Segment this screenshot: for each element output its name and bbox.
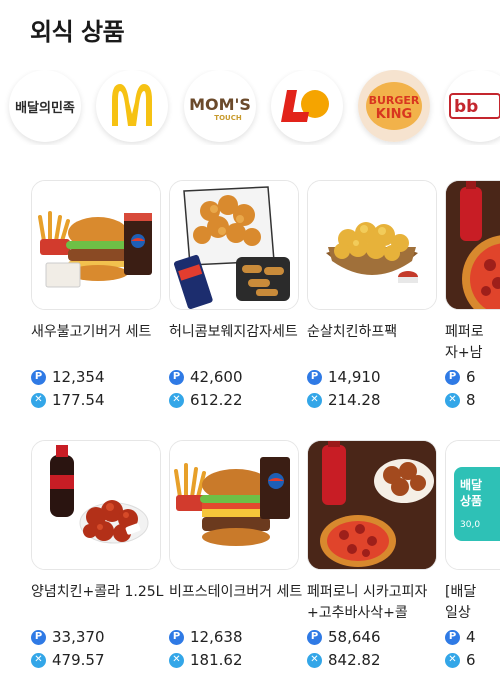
steak-burger-image bbox=[170, 441, 298, 569]
svg-text:MOM'S: MOM'S bbox=[189, 95, 251, 114]
product-image bbox=[445, 180, 500, 310]
bbq-logo: bb bbox=[449, 93, 500, 119]
product-grid: 새우불고기버거 세트 P 12,354 ✕ 177.54 허니콤보웨지감자세트 … bbox=[0, 180, 500, 694]
product-name: 순살치킨하프팩 bbox=[307, 324, 398, 340]
svg-text:bb: bb bbox=[454, 97, 478, 117]
coin-price: ✕ 612.22 bbox=[169, 390, 299, 410]
svg-text:BURGER: BURGER bbox=[369, 94, 420, 107]
brand-mcdonalds[interactable] bbox=[96, 70, 168, 142]
product-image bbox=[307, 180, 437, 310]
point-icon: P bbox=[307, 369, 322, 385]
point-price: P 12,354 bbox=[31, 367, 161, 387]
point-icon: P bbox=[169, 629, 184, 645]
product-card[interactable]: 허니콤보웨지감자세트 P 42,600 ✕ 612.22 bbox=[169, 180, 299, 410]
point-icon: P bbox=[31, 369, 46, 385]
coin-price: ✕ 181.62 bbox=[169, 650, 299, 670]
product-name: 양념치킨+콜라 1.25L bbox=[31, 584, 164, 600]
product-name: 새우불고기버거 세트 bbox=[31, 324, 152, 340]
coin-icon: ✕ bbox=[445, 392, 460, 408]
brand-baemin[interactable]: 배달의민족 bbox=[9, 70, 81, 142]
brand-lotteria[interactable] bbox=[271, 70, 343, 142]
burgerking-logo: BURGER KING bbox=[358, 70, 430, 142]
product-card[interactable]: 페퍼로 자+남 P 6 ✕ 8 bbox=[445, 180, 500, 410]
mcdonalds-logo bbox=[112, 84, 152, 126]
product-image bbox=[31, 440, 161, 570]
yangnyeom-cola-image bbox=[32, 441, 160, 569]
product-image bbox=[169, 440, 299, 570]
brand-momstouch[interactable]: MOM'S TOUCH bbox=[184, 70, 256, 142]
point-price: P 33,370 bbox=[31, 627, 161, 647]
coin-price: ✕ 6 bbox=[445, 650, 500, 670]
boneless-chicken-image bbox=[308, 181, 436, 309]
product-card[interactable]: 페퍼로니 시카고피자+고추바사삭+콜 P 58,646 ✕ 842.82 bbox=[307, 440, 437, 670]
brand-bbq[interactable]: bb bbox=[444, 70, 500, 142]
coin-icon: ✕ bbox=[307, 652, 322, 668]
svg-text:배달의민족: 배달의민족 bbox=[15, 100, 75, 116]
point-icon: P bbox=[445, 369, 460, 385]
brand-burgerking[interactable]: BURGER KING bbox=[358, 70, 430, 142]
voucher-image: 배달 상품 30,0 bbox=[446, 441, 500, 569]
burger-set-image bbox=[32, 181, 160, 309]
pizza-cola-image bbox=[446, 181, 500, 309]
coin-icon: ✕ bbox=[445, 652, 460, 668]
product-name: 페퍼로 자+남 bbox=[445, 324, 484, 361]
svg-text:TOUCH: TOUCH bbox=[214, 114, 242, 122]
coin-icon: ✕ bbox=[169, 652, 184, 668]
product-image bbox=[307, 440, 437, 570]
coin-icon: ✕ bbox=[307, 392, 322, 408]
point-price: P 12,638 bbox=[169, 627, 299, 647]
coin-price: ✕ 8 bbox=[445, 390, 500, 410]
baemin-logo: 배달의민족 bbox=[15, 100, 75, 116]
brand-carousel[interactable]: 배달의민족 MOM'S TOUCH BURGER KING bb bbox=[0, 70, 500, 145]
product-card[interactable]: 비프스테이크버거 세트 P 12,638 ✕ 181.62 bbox=[169, 440, 302, 670]
product-card[interactable]: 새우불고기버거 세트 P 12,354 ✕ 177.54 bbox=[31, 180, 161, 410]
point-price: P 4 bbox=[445, 627, 500, 647]
point-icon: P bbox=[31, 629, 46, 645]
point-price: P 14,910 bbox=[307, 367, 437, 387]
momstouch-logo: MOM'S TOUCH bbox=[189, 95, 251, 122]
product-name: 비프스테이크버거 세트 bbox=[169, 584, 303, 600]
point-price: P 6 bbox=[445, 367, 500, 387]
coin-icon: ✕ bbox=[31, 652, 46, 668]
product-card[interactable]: 배달 상품 30,0 [배달 일상 P 4 ✕ 6 bbox=[445, 440, 500, 670]
product-image: 배달 상품 30,0 bbox=[445, 440, 500, 570]
product-image bbox=[169, 180, 299, 310]
point-price: P 58,646 bbox=[307, 627, 437, 647]
honey-combo-image bbox=[170, 181, 298, 309]
coin-price: ✕ 177.54 bbox=[31, 390, 161, 410]
product-card[interactable]: 양념치킨+콜라 1.25L P 33,370 ✕ 479.57 bbox=[31, 440, 163, 670]
lotteria-logo bbox=[281, 90, 329, 122]
product-name: 페퍼로니 시카고피자+고추바사삭+콜 bbox=[307, 584, 428, 621]
product-name: [배달 일상 bbox=[445, 584, 477, 621]
page-title: 외식 상품 bbox=[30, 18, 125, 46]
coin-price: ✕ 479.57 bbox=[31, 650, 161, 670]
point-icon: P bbox=[169, 369, 184, 385]
svg-text:상품: 상품 bbox=[460, 493, 482, 508]
product-image bbox=[31, 180, 161, 310]
coin-icon: ✕ bbox=[169, 392, 184, 408]
svg-text:30,0: 30,0 bbox=[460, 520, 480, 530]
svg-text:KING: KING bbox=[376, 107, 412, 122]
product-name: 허니콤보웨지감자세트 bbox=[169, 324, 298, 340]
product-card[interactable]: 순살치킨하프팩 P 14,910 ✕ 214.28 bbox=[307, 180, 437, 410]
point-icon: P bbox=[307, 629, 322, 645]
coin-price: ✕ 842.82 bbox=[307, 650, 437, 670]
pizza-chicken-image bbox=[308, 441, 436, 569]
svg-text:배달: 배달 bbox=[460, 477, 482, 492]
coin-icon: ✕ bbox=[31, 392, 46, 408]
point-icon: P bbox=[445, 629, 460, 645]
coin-price: ✕ 214.28 bbox=[307, 390, 437, 410]
point-price: P 42,600 bbox=[169, 367, 299, 387]
